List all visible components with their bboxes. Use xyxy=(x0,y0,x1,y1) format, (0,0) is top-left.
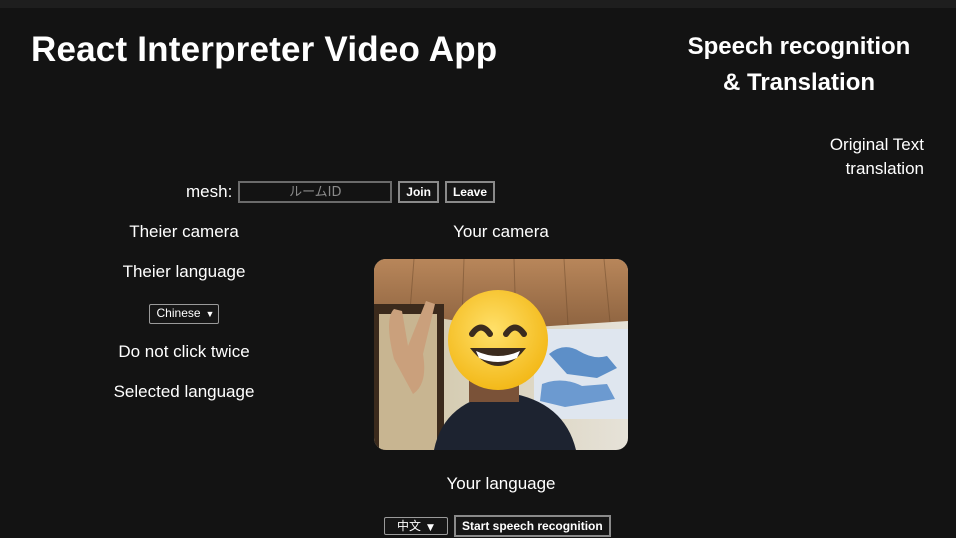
app-title: React Interpreter Video App xyxy=(31,30,498,69)
your-language-value: 中文 xyxy=(397,519,422,533)
your-camera-label: Your camera xyxy=(453,222,549,241)
your-language-label: Your language xyxy=(446,474,556,493)
speech-panel: Speech recognition & Translation Origina… xyxy=(644,29,924,181)
grinning-face-emoji-icon xyxy=(448,290,548,390)
their-language-value: Chinese xyxy=(156,306,201,320)
selected-language-label: Selected language xyxy=(113,382,255,401)
their-language-row: Chinese ▼ xyxy=(84,300,284,340)
translation-text: translation xyxy=(845,159,924,178)
leave-button[interactable]: Leave xyxy=(444,181,495,203)
their-language-label: Theier language xyxy=(122,262,246,281)
their-camera-label: Theier camera xyxy=(129,222,239,241)
room-id-input[interactable] xyxy=(238,181,393,203)
chevron-down-icon: ▼ xyxy=(205,309,215,319)
speech-panel-title: Speech recognition & Translation xyxy=(674,29,924,101)
join-button[interactable]: Join xyxy=(398,181,439,203)
speech-title-line2: & Translation xyxy=(722,69,876,96)
speech-title-line1: Speech recognition xyxy=(687,33,911,60)
your-camera-video xyxy=(374,259,628,450)
chevron-down-icon: ▼ xyxy=(427,523,434,533)
original-text: Original Text xyxy=(829,135,924,154)
their-language-select[interactable]: Chinese ▼ xyxy=(148,304,220,324)
their-panel: Theier camera Theier language Chinese ▼ D… xyxy=(84,220,284,420)
start-speech-recognition-button[interactable]: Start speech recognition xyxy=(454,515,611,537)
mesh-row: mesh: Join Leave xyxy=(186,181,495,203)
your-language-select[interactable]: 中文 ▼ xyxy=(384,517,448,535)
window-top-bar xyxy=(0,0,956,8)
camera-feed-image xyxy=(374,259,628,450)
mesh-label: mesh: xyxy=(186,182,233,201)
warning-text: Do not click twice xyxy=(118,342,250,361)
speech-controls: 中文 ▼ Start speech recognition xyxy=(384,515,611,537)
